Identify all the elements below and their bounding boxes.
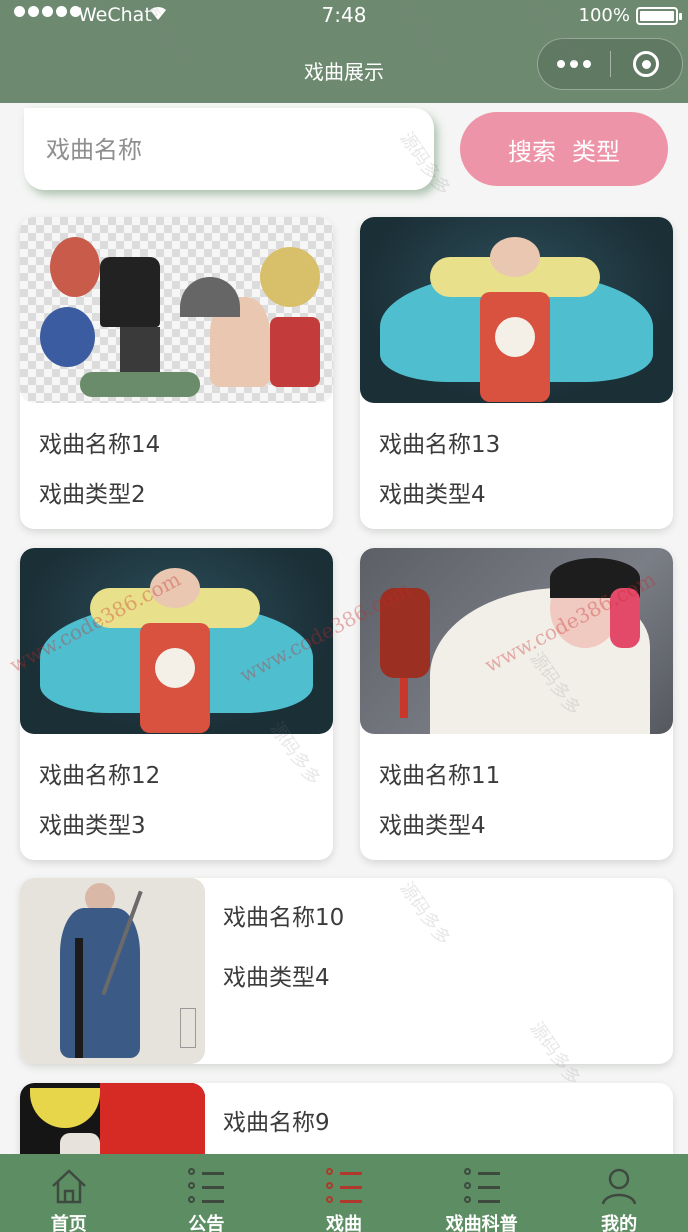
opera-thumbnail bbox=[20, 878, 205, 1064]
tab-label: 首页 bbox=[50, 1214, 87, 1232]
opera-name: 戏曲名称14 bbox=[39, 432, 161, 458]
tab-label: 公告 bbox=[188, 1214, 225, 1232]
opera-card[interactable]: 戏曲名称13 戏曲类型4 bbox=[360, 217, 673, 529]
miniprogram-capsule bbox=[537, 38, 683, 90]
opera-type: 戏曲类型4 bbox=[379, 482, 486, 508]
tab-notice[interactable]: 公告 bbox=[138, 1154, 276, 1232]
search-button[interactable]: 搜索 类型 bbox=[460, 112, 668, 186]
opera-card[interactable]: 戏曲名称11 戏曲类型4 bbox=[360, 548, 673, 860]
opera-thumbnail bbox=[20, 548, 333, 734]
opera-name: 戏曲名称9 bbox=[223, 1110, 330, 1136]
more-icon[interactable] bbox=[538, 60, 610, 68]
opera-card[interactable]: 戏曲名称12 戏曲类型3 bbox=[20, 548, 333, 860]
list-icon bbox=[186, 1166, 226, 1206]
list-icon bbox=[324, 1166, 364, 1206]
home-icon bbox=[49, 1166, 89, 1206]
user-icon bbox=[599, 1166, 639, 1206]
tab-label: 戏曲 bbox=[325, 1214, 362, 1232]
top-bar: WeChat 7:48 100% 戏曲展示 bbox=[0, 0, 688, 103]
opera-name: 戏曲名称10 bbox=[223, 905, 345, 931]
opera-thumbnail bbox=[360, 548, 673, 734]
battery-icon bbox=[636, 7, 682, 25]
tab-home[interactable]: 首页 bbox=[0, 1154, 138, 1232]
opera-card[interactable]: 戏曲名称14 戏曲类型2 bbox=[20, 217, 333, 529]
search-input[interactable] bbox=[46, 132, 406, 168]
tab-mine[interactable]: 我的 bbox=[550, 1154, 688, 1232]
tab-opera-science[interactable]: 戏曲科普 bbox=[413, 1154, 551, 1232]
opera-type: 戏曲类型2 bbox=[39, 482, 146, 508]
list-icon bbox=[462, 1166, 502, 1206]
opera-type: 戏曲类型4 bbox=[223, 965, 330, 991]
type-button-label: 类型 bbox=[572, 137, 620, 166]
opera-name: 戏曲名称12 bbox=[39, 763, 161, 789]
battery-percent: 100% bbox=[578, 5, 630, 26]
tab-label: 戏曲科普 bbox=[445, 1214, 518, 1232]
opera-name: 戏曲名称11 bbox=[379, 763, 501, 789]
opera-card[interactable]: 戏曲名称10 戏曲类型4 bbox=[20, 878, 673, 1064]
tab-bar: 首页 公告 戏曲 戏曲科普 我的 bbox=[0, 1154, 688, 1232]
opera-name: 戏曲名称13 bbox=[379, 432, 501, 458]
opera-type: 戏曲类型3 bbox=[39, 813, 146, 839]
search-box bbox=[24, 108, 434, 190]
tab-opera[interactable]: 戏曲 bbox=[275, 1154, 413, 1232]
close-miniprogram-icon[interactable] bbox=[611, 51, 683, 77]
opera-thumbnail bbox=[360, 217, 673, 403]
tab-label: 我的 bbox=[601, 1214, 638, 1232]
search-button-label: 搜索 bbox=[508, 137, 556, 166]
opera-thumbnail bbox=[20, 217, 333, 403]
status-bar: WeChat 7:48 100% bbox=[0, 0, 688, 32]
opera-type: 戏曲类型4 bbox=[379, 813, 486, 839]
